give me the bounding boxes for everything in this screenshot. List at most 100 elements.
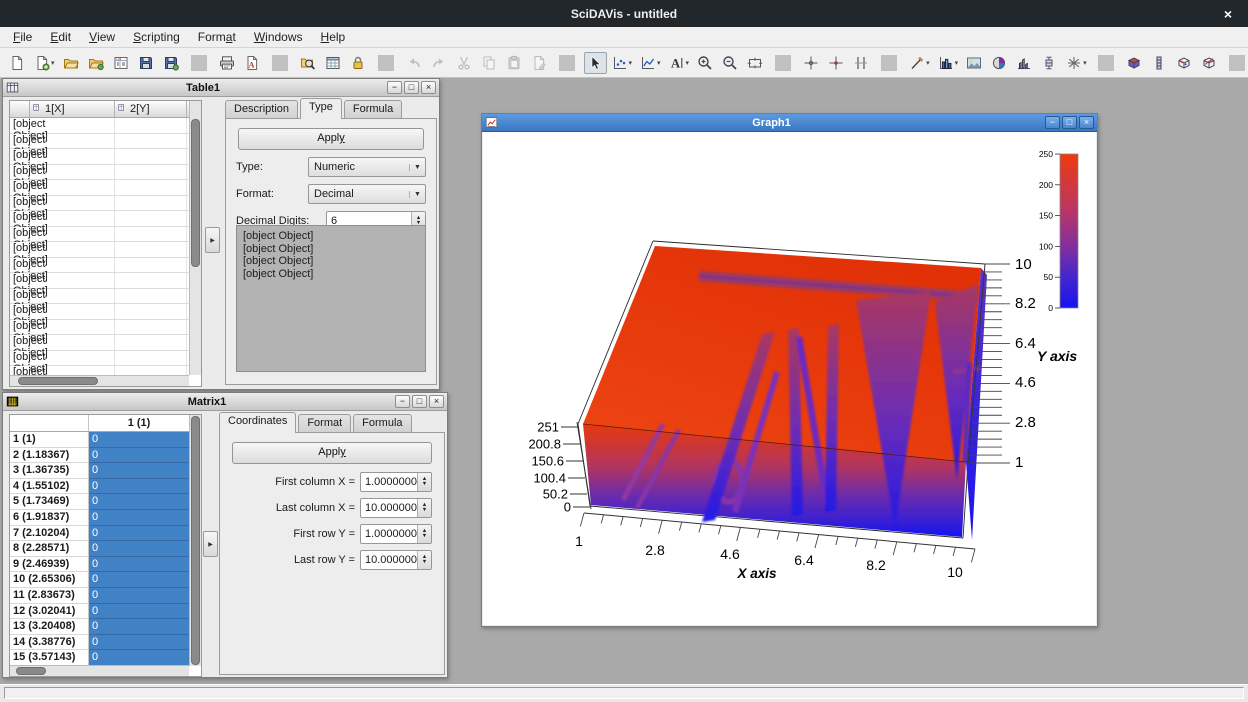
matrix-row[interactable]: 3 (1.36735) 0 [10, 463, 189, 479]
table1-titlebar[interactable]: Table1 − □ × [3, 79, 439, 97]
toolbar-button[interactable] [1173, 52, 1196, 74]
matrix1-vscrollbar[interactable] [189, 415, 201, 666]
coordinate-spinbox[interactable]: 1.00000000▲▼ [360, 472, 432, 492]
table1-hscrollbar[interactable] [10, 375, 189, 386]
toolbar-button[interactable] [160, 52, 183, 74]
toolbar-button[interactable] [60, 52, 83, 74]
table-row[interactable]: [object Object] [10, 165, 189, 181]
toolbar-button[interactable]: ▾ [1063, 52, 1090, 74]
empty-cell[interactable] [30, 242, 115, 257]
matrix-row[interactable]: 12 (3.02041) 0 [10, 604, 189, 620]
toolbar-button[interactable] [528, 52, 551, 74]
matrix1-hscrollbar[interactable] [10, 665, 189, 676]
matrix-row[interactable]: 13 (3.20408) 0 [10, 619, 189, 635]
matrix-row[interactable]: 11 (2.83673) 0 [10, 588, 189, 604]
empty-cell[interactable] [115, 211, 187, 226]
toolbar-button[interactable] [875, 52, 904, 74]
scrollbar-thumb[interactable] [18, 377, 98, 385]
toolbar-button[interactable] [850, 52, 873, 74]
toolbar-button[interactable] [6, 52, 29, 74]
toolbar-button[interactable] [988, 52, 1011, 74]
matrix-row[interactable]: 1 (1) 0 [10, 432, 189, 448]
matrix-row[interactable]: 14 (3.38776) 0 [10, 635, 189, 651]
empty-cell[interactable] [115, 335, 187, 350]
table-row[interactable]: [object Object] [10, 320, 189, 336]
menu-item[interactable]: Scripting [124, 27, 189, 47]
empty-cell[interactable] [30, 320, 115, 335]
table-row[interactable]: [object Object] [10, 227, 189, 243]
table-row[interactable]: [object Object] [10, 118, 189, 134]
menu-item[interactable]: File [4, 27, 41, 47]
empty-cell[interactable] [30, 118, 115, 133]
menu-item[interactable]: Help [312, 27, 355, 47]
toolbar-button[interactable] [185, 52, 214, 74]
empty-cell[interactable] [115, 289, 187, 304]
panel-collapse-button[interactable]: ▶ [203, 531, 218, 557]
spinner-arrows-icon[interactable]: ▲▼ [417, 473, 431, 491]
panel-tab[interactable]: Format [298, 414, 351, 433]
toolbar-button[interactable] [322, 52, 345, 74]
panel-tab[interactable]: Type [300, 98, 342, 119]
table1-grid[interactable]: 1[X] 2[Y] [object Object] [object Object… [9, 100, 202, 387]
empty-cell[interactable] [30, 134, 115, 149]
toolbar-button[interactable]: ▾ [609, 52, 636, 74]
app-close-icon[interactable]: × [1218, 0, 1238, 27]
toolbar-button[interactable] [347, 52, 370, 74]
empty-cell[interactable] [115, 134, 187, 149]
matrix-row[interactable]: 8 (2.28571) 0 [10, 541, 189, 557]
panel-tab[interactable]: Formula [344, 100, 402, 119]
empty-cell[interactable] [30, 149, 115, 164]
column-header-1x[interactable]: 1[X] [30, 101, 115, 117]
empty-cell[interactable] [115, 180, 187, 195]
empty-cell[interactable] [30, 196, 115, 211]
matrix-row[interactable]: 7 (2.10204) 0 [10, 526, 189, 542]
apply-button[interactable]: Apply [238, 128, 424, 150]
panel-tab[interactable]: Description [225, 100, 298, 119]
coordinate-spinbox[interactable]: 10.0000000▲▼ [360, 550, 432, 570]
matrix-row[interactable]: 2 (1.18367) 0 [10, 448, 189, 464]
scrollbar-thumb[interactable] [191, 416, 200, 665]
table-row[interactable]: [object Object] [10, 134, 189, 150]
toolbar-button[interactable] [503, 52, 526, 74]
empty-cell[interactable] [30, 227, 115, 242]
toolbar-button[interactable] [297, 52, 320, 74]
empty-cell[interactable] [30, 273, 115, 288]
menu-item[interactable]: Edit [41, 27, 80, 47]
matrix-row[interactable]: 9 (2.46939) 0 [10, 557, 189, 573]
toolbar-button[interactable]: A [241, 52, 264, 74]
empty-cell[interactable] [115, 258, 187, 273]
coordinate-spinbox[interactable]: 1.00000000▲▼ [360, 524, 432, 544]
table-row[interactable]: [object Object] [10, 180, 189, 196]
apply-button[interactable]: Apply [232, 442, 432, 464]
toolbar-button[interactable] [1148, 52, 1171, 74]
table-row[interactable]: [object Object] [10, 351, 189, 367]
graph1-canvas[interactable]: 251 200.8 150.6 100.4 50.2 0 1 [483, 132, 1096, 625]
empty-cell[interactable] [115, 304, 187, 319]
panel-collapse-button[interactable]: ▶ [205, 227, 220, 253]
empty-cell[interactable] [30, 211, 115, 226]
toolbar-button[interactable]: A▾ [666, 52, 693, 74]
toolbar-button[interactable] [1123, 52, 1146, 74]
table-row[interactable]: [object Object] [10, 273, 189, 289]
table-row[interactable]: [object Object] [10, 258, 189, 274]
graph1-titlebar[interactable]: Graph1 − □ × [482, 114, 1097, 132]
toolbar-button[interactable] [1198, 52, 1221, 74]
close-button[interactable]: × [421, 81, 436, 94]
toolbar-button[interactable] [694, 52, 717, 74]
table-row[interactable]: [object Object] [10, 304, 189, 320]
empty-cell[interactable] [115, 196, 187, 211]
empty-cell[interactable] [115, 351, 187, 366]
empty-cell[interactable] [115, 149, 187, 164]
format-select[interactable]: Decimal▼ [308, 184, 426, 204]
minimize-button[interactable]: − [387, 81, 402, 94]
minimize-button[interactable]: − [1045, 116, 1060, 129]
toolbar-button[interactable] [1223, 52, 1248, 74]
toolbar-button[interactable]: 123 [110, 52, 133, 74]
table1-vscrollbar[interactable] [189, 101, 201, 375]
table-row[interactable]: [object Object] [10, 196, 189, 212]
empty-cell[interactable] [30, 366, 115, 375]
toolbar-button[interactable] [453, 52, 476, 74]
empty-cell[interactable] [115, 273, 187, 288]
toolbar-button[interactable] [85, 52, 108, 74]
toolbar-button[interactable] [800, 52, 823, 74]
